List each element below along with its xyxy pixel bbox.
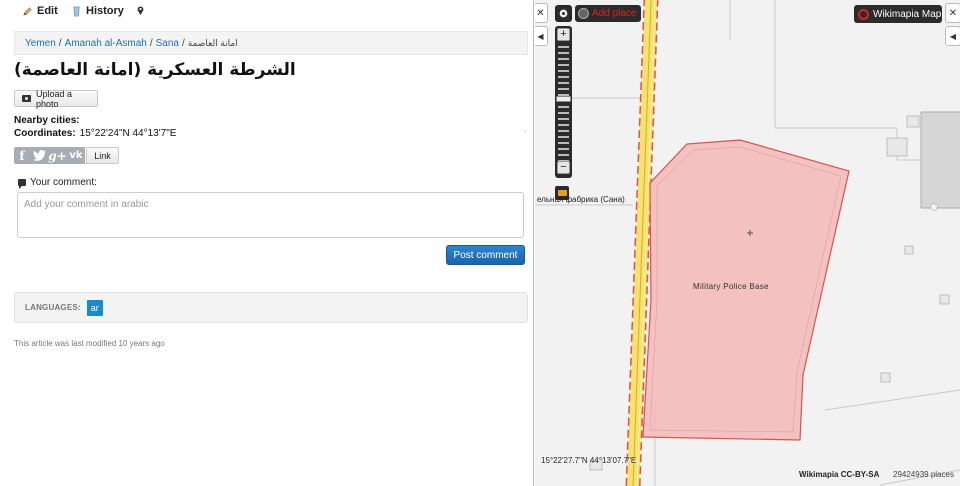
- history-label: History: [86, 5, 124, 17]
- last-modified-text: This article was last modified 10 years …: [14, 339, 165, 348]
- map-credit[interactable]: Wikimapia CC-BY-SA: [799, 470, 879, 479]
- post-comment-button[interactable]: Post comment: [446, 245, 525, 265]
- close-icon: ✕: [536, 7, 545, 19]
- breadcrumb-link-country[interactable]: Yemen: [25, 38, 56, 49]
- googleplus-icon[interactable]: g+: [48, 147, 67, 164]
- link-button[interactable]: Link: [86, 147, 119, 164]
- upload-photo-label: Upload a photo: [35, 88, 73, 109]
- map-pin-icon: [137, 6, 144, 16]
- map-view[interactable]: ✕ ◀ Add place + − Wikimapia Map ✕ ◀ ельн…: [535, 0, 960, 486]
- close-panel-button[interactable]: ✕: [535, 3, 548, 23]
- breadcrumb-link-region[interactable]: Amanah al-Asmah: [65, 38, 147, 49]
- camera-icon: [22, 95, 31, 102]
- place-info-panel: Edit History Yemen / Amanah al-Asmah / Sana /…: [0, 0, 534, 486]
- share-bar: f g+ vk Link: [14, 147, 119, 164]
- map-canvas: [535, 0, 960, 486]
- comment-textarea[interactable]: [17, 192, 524, 238]
- edit-button[interactable]: Edit: [22, 5, 58, 17]
- zoom-slider-handle[interactable]: [556, 96, 571, 102]
- breadcrumb-current: امانة العاصمة: [187, 38, 238, 48]
- nearby-cities-label: Nearby cities:: [14, 115, 80, 126]
- zoom-slider-track[interactable]: [558, 46, 569, 166]
- zoom-out-button[interactable]: −: [557, 161, 570, 174]
- add-place-label: Add place: [592, 8, 637, 19]
- street-label: ельная фабрика (Сана): [537, 195, 625, 204]
- history-icon: [73, 6, 80, 16]
- settings-button[interactable]: [555, 5, 572, 22]
- coordinates-row: Coordinates: 15°22'24"N 44°13'7"E: [14, 128, 176, 139]
- chevron-left-icon: ◀: [537, 31, 544, 41]
- close-icon: ✕: [948, 7, 958, 19]
- chevron-left-icon: ◀: [949, 31, 957, 41]
- add-place-icon: [578, 8, 589, 19]
- upload-photo-button[interactable]: Upload a photo: [14, 88, 98, 109]
- comment-bubble-icon: [18, 179, 26, 189]
- top-toolbar: Edit History: [0, 0, 533, 24]
- language-chip-ar[interactable]: ar: [86, 299, 103, 316]
- collapse-left-button[interactable]: ◀: [535, 26, 548, 46]
- facebook-icon[interactable]: f: [14, 147, 30, 164]
- pencil-icon: [23, 6, 32, 16]
- languages-label: LANGUAGES:: [25, 303, 81, 312]
- vk-icon[interactable]: vk: [67, 147, 85, 164]
- coordinates-label: Coordinates:: [14, 128, 76, 139]
- languages-bar: LANGUAGES: ar: [14, 292, 528, 323]
- gear-icon: [559, 9, 568, 18]
- poi-label[interactable]: Military Police Base: [693, 282, 769, 291]
- zoom-control: + −: [555, 26, 572, 178]
- close-map-button[interactable]: ✕: [945, 3, 960, 23]
- edit-label: Edit: [37, 5, 58, 17]
- comment-label-row: Your comment:: [18, 177, 97, 189]
- collapse-right-button[interactable]: ◀: [945, 26, 960, 46]
- places-count: 29424939 places: [893, 470, 954, 479]
- cursor-coordinate-readout: 15°22'27.7"N 44°13'07.7"E: [541, 456, 637, 465]
- map-type-label: Wikimapia Map: [873, 8, 942, 20]
- map-type-button[interactable]: Wikimapia Map: [854, 5, 942, 23]
- twitter-icon[interactable]: [30, 147, 48, 164]
- comment-label: Your comment:: [30, 177, 97, 188]
- breadcrumb-link-city[interactable]: Sana: [156, 38, 179, 49]
- breadcrumb: Yemen / Amanah al-Asmah / Sana / امانة العاصمة: [14, 31, 528, 55]
- add-place-button[interactable]: Add place: [575, 5, 641, 22]
- zoom-in-button[interactable]: +: [557, 28, 570, 41]
- coordinates-value: 15°22'24"N 44°13'7"E: [79, 128, 177, 139]
- location-button[interactable]: [135, 5, 146, 16]
- wikimapia-logo-icon: [858, 8, 869, 20]
- page-title: الشرطة العسكرية (امانة العاصمة): [14, 60, 296, 80]
- history-button[interactable]: History: [71, 5, 124, 17]
